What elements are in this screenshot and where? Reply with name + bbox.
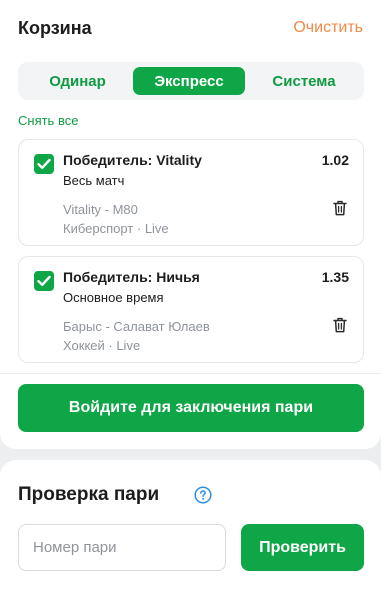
bet-event-name: Барыс - Салават Юлаев [63, 319, 210, 334]
bet-odds: 1.02 [321, 152, 349, 168]
bet-card: Победитель: Vitality 1.02 Весь матч Vita… [18, 139, 364, 246]
question-circle-icon[interactable] [194, 486, 212, 504]
check-icon [37, 275, 51, 286]
uncheck-all-button[interactable]: Снять все [18, 113, 78, 128]
divider [0, 373, 381, 374]
bet-number-input[interactable] [18, 524, 226, 571]
trash-icon[interactable] [333, 317, 347, 333]
check-icon [37, 158, 51, 169]
bet-check-title: Проверка пари [18, 484, 160, 505]
bet-period: Основное время [63, 290, 164, 305]
bet-market-title: Победитель: Vitality [63, 152, 202, 168]
trash-icon[interactable] [333, 200, 347, 216]
tab-express[interactable]: Экспресс [133, 67, 245, 95]
bet-event-name: Vitality - M80 [63, 202, 138, 217]
bet-slip-header: Корзина Очистить [18, 18, 363, 40]
tab-single[interactable]: Одинар [24, 67, 131, 95]
login-to-bet-button[interactable]: Войдите для заключения пари [18, 384, 364, 432]
bet-market-title: Победитель: Ничья [63, 269, 200, 285]
bet-period: Весь матч [63, 173, 125, 188]
bet-slip-title: Корзина [18, 18, 92, 38]
bet-type-tabs: Одинар Экспресс Система [18, 62, 364, 100]
bet-slip-panel: Корзина Очистить Одинар Экспресс Система… [0, 0, 381, 449]
bet-card: Победитель: Ничья 1.35 Основное время Ба… [18, 256, 364, 363]
bet-checkbox[interactable] [34, 271, 54, 291]
bet-odds: 1.35 [321, 269, 349, 285]
bet-sport-status: Киберспорт · Live [63, 221, 169, 236]
bet-checkbox[interactable] [34, 154, 54, 174]
bet-check-panel: Проверка пари Проверить [0, 460, 381, 589]
tab-system[interactable]: Система [249, 67, 359, 95]
verify-bet-button[interactable]: Проверить [241, 524, 364, 571]
bet-sport-status: Хоккей · Live [63, 338, 141, 353]
clear-bet-slip-button[interactable]: Очистить [293, 19, 363, 37]
